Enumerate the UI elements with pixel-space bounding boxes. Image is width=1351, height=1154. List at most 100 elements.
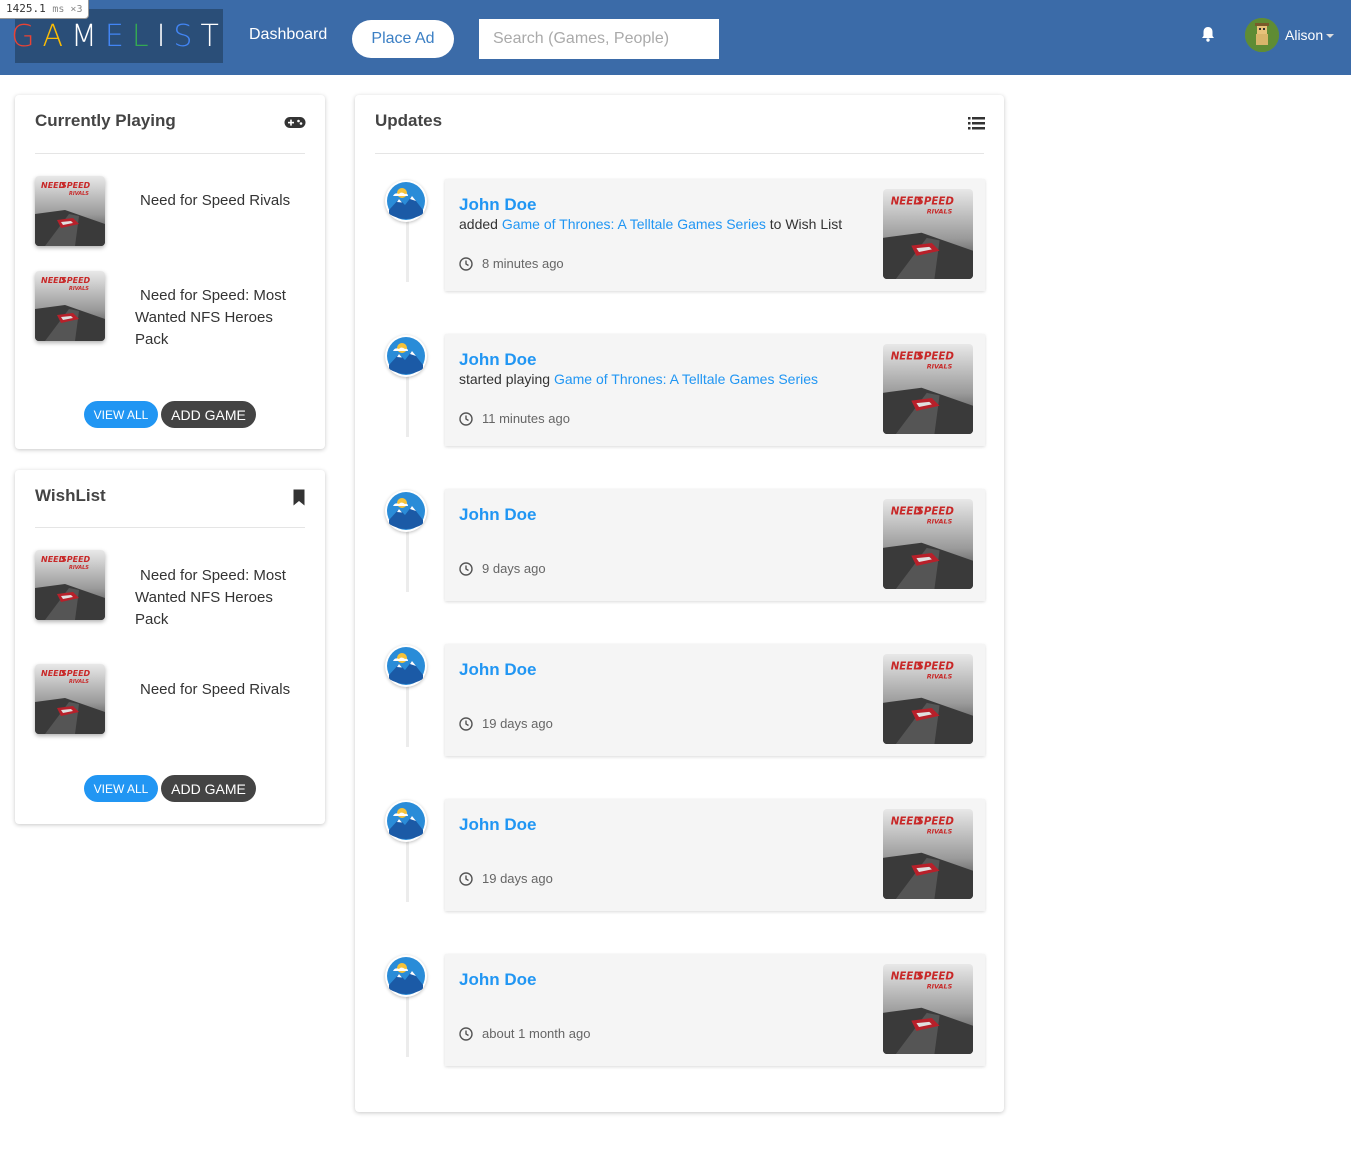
navbar: GAMELIST Dashboard Place Ad Alison bbox=[0, 0, 1351, 75]
avatar[interactable] bbox=[385, 490, 427, 532]
game-cover-image: NEED SPEED RIVALS bbox=[35, 550, 105, 620]
perf-unit: ms ×3 bbox=[52, 4, 83, 15]
list-item[interactable]: NEED SPEED RIVALS Need for Speed: Most Wan… bbox=[35, 550, 305, 630]
timestamp-text: about 1 month ago bbox=[482, 1026, 591, 1041]
update-game-link[interactable]: Game of Thrones: A Telltale Games Series bbox=[502, 216, 766, 232]
svg-text:RIVALS: RIVALS bbox=[69, 679, 89, 685]
nav-dashboard-link[interactable]: Dashboard bbox=[249, 26, 327, 44]
clock-icon bbox=[459, 871, 473, 886]
game-cover-image[interactable]: NEED SPEED RIVALS bbox=[883, 344, 973, 434]
gamepad-icon bbox=[284, 117, 306, 128]
update-item: John Doe about 1 month ago NEED SPEED RIVALS bbox=[445, 954, 985, 1066]
divider bbox=[375, 153, 984, 154]
svg-text:SPEED: SPEED bbox=[916, 505, 954, 517]
svg-text:SPEED: SPEED bbox=[916, 350, 954, 362]
user-avatar[interactable] bbox=[1245, 18, 1279, 52]
game-title[interactable]: Need for Speed Rivals bbox=[135, 679, 300, 701]
add-game-button[interactable]: ADD GAME bbox=[161, 775, 256, 802]
update-user-link[interactable]: John Doe bbox=[459, 970, 536, 990]
timeline-connector bbox=[406, 530, 409, 592]
svg-text:RIVALS: RIVALS bbox=[927, 982, 953, 990]
list-item[interactable]: NEED SPEED RIVALS Need for Speed: Most Wan… bbox=[35, 271, 305, 351]
update-item: John Doe 19 days ago NEED SPEED RIVALS bbox=[445, 799, 985, 911]
update-timestamp: 19 days ago bbox=[459, 716, 553, 731]
perf-value: 1425.1 bbox=[6, 2, 46, 15]
place-ad-button[interactable]: Place Ad bbox=[352, 20, 454, 58]
game-cover-image[interactable]: NEED SPEED RIVALS bbox=[883, 809, 973, 899]
search-input[interactable] bbox=[479, 19, 719, 59]
update-timestamp: 19 days ago bbox=[459, 871, 553, 886]
bell-icon[interactable] bbox=[1199, 25, 1217, 43]
avatar[interactable] bbox=[385, 645, 427, 687]
svg-text:SPEED: SPEED bbox=[61, 555, 91, 564]
avatar[interactable] bbox=[385, 180, 427, 222]
wishlist-card: WishList NEED SPEED RIVALS Need for Speed:… bbox=[15, 470, 325, 824]
update-item: John Doe 9 days ago NEED SPEED RIVALS bbox=[445, 489, 985, 601]
clock-icon bbox=[459, 1026, 473, 1041]
brand-letter: A bbox=[42, 18, 71, 54]
update-description: started playing Game of Thrones: A Tellt… bbox=[459, 371, 818, 387]
svg-text:RIVALS: RIVALS bbox=[927, 207, 953, 215]
update-item: John Doe started playing Game of Thrones:… bbox=[445, 334, 985, 446]
avatar[interactable] bbox=[385, 335, 427, 377]
timeline-connector bbox=[406, 685, 409, 747]
game-cover-image[interactable]: NEED SPEED RIVALS bbox=[883, 499, 973, 589]
svg-text:SPEED: SPEED bbox=[61, 669, 91, 678]
currently-playing-card: Currently Playing NEED SPEED RIVALS Need f… bbox=[15, 95, 325, 449]
list-item[interactable]: NEED SPEED RIVALS Need for Speed Rivals bbox=[35, 664, 305, 736]
brand-letter: L bbox=[131, 18, 157, 54]
update-user-link[interactable]: John Doe bbox=[459, 350, 536, 370]
svg-text:SPEED: SPEED bbox=[916, 815, 954, 827]
game-title[interactable]: Need for Speed: Most Wanted NFS Heroes P… bbox=[135, 285, 300, 351]
update-user-link[interactable]: John Doe bbox=[459, 505, 536, 525]
brand-letter: E bbox=[104, 18, 132, 54]
update-timestamp: 8 minutes ago bbox=[459, 256, 564, 271]
user-name[interactable]: Alison bbox=[1285, 27, 1323, 43]
avatar[interactable] bbox=[385, 955, 427, 997]
game-cover-image[interactable]: NEED SPEED RIVALS bbox=[883, 189, 973, 279]
brand-letter: T bbox=[200, 18, 227, 54]
brand-letter: G bbox=[11, 18, 43, 54]
svg-text:RIVALS: RIVALS bbox=[927, 827, 953, 835]
update-action-text: started playing bbox=[459, 371, 551, 387]
list-icon[interactable] bbox=[968, 116, 985, 131]
update-user-link[interactable]: John Doe bbox=[459, 815, 536, 835]
update-timestamp: about 1 month ago bbox=[459, 1026, 590, 1041]
view-all-button[interactable]: VIEW ALL bbox=[84, 775, 158, 802]
view-all-button[interactable]: VIEW ALL bbox=[84, 401, 158, 428]
svg-text:RIVALS: RIVALS bbox=[69, 286, 89, 292]
timeline-connector bbox=[406, 375, 409, 437]
game-cover-image: NEED SPEED RIVALS bbox=[35, 176, 105, 246]
update-description: added Game of Thrones: A Telltale Games … bbox=[459, 216, 842, 232]
game-cover-image[interactable]: NEED SPEED RIVALS bbox=[883, 654, 973, 744]
timeline-connector bbox=[406, 220, 409, 282]
list-item[interactable]: NEED SPEED RIVALS Need for Speed Rivals bbox=[35, 176, 305, 248]
game-title[interactable]: Need for Speed Rivals bbox=[135, 190, 300, 212]
update-target-text: to Wish List bbox=[769, 216, 843, 232]
svg-text:RIVALS: RIVALS bbox=[927, 672, 953, 680]
avatar[interactable] bbox=[385, 800, 427, 842]
timestamp-text: 9 days ago bbox=[482, 561, 546, 576]
update-timestamp: 9 days ago bbox=[459, 561, 546, 576]
game-title[interactable]: Need for Speed: Most Wanted NFS Heroes P… bbox=[135, 565, 300, 631]
update-user-link[interactable]: John Doe bbox=[459, 195, 536, 215]
update-game-link[interactable]: Game of Thrones: A Telltale Games Series bbox=[554, 371, 818, 387]
brand-letter: S bbox=[173, 18, 201, 54]
svg-text:RIVALS: RIVALS bbox=[69, 565, 89, 571]
perf-readout: 1425.1 ms ×3 bbox=[0, 0, 90, 19]
svg-text:RIVALS: RIVALS bbox=[927, 517, 953, 525]
brand-letter: M bbox=[70, 18, 105, 54]
add-game-button[interactable]: ADD GAME bbox=[161, 401, 256, 428]
updates-title: Updates bbox=[375, 111, 443, 130]
game-cover-image: NEED SPEED RIVALS bbox=[35, 271, 105, 341]
game-cover-image[interactable]: NEED SPEED RIVALS bbox=[883, 964, 973, 1054]
clock-icon bbox=[459, 411, 473, 426]
clock-icon bbox=[459, 716, 473, 731]
chevron-down-icon[interactable] bbox=[1326, 34, 1334, 38]
clock-icon bbox=[459, 256, 473, 271]
update-user-link[interactable]: John Doe bbox=[459, 660, 536, 680]
svg-text:SPEED: SPEED bbox=[916, 660, 954, 672]
timeline-connector bbox=[406, 840, 409, 902]
timestamp-text: 11 minutes ago bbox=[482, 411, 570, 426]
svg-text:SPEED: SPEED bbox=[916, 970, 954, 982]
